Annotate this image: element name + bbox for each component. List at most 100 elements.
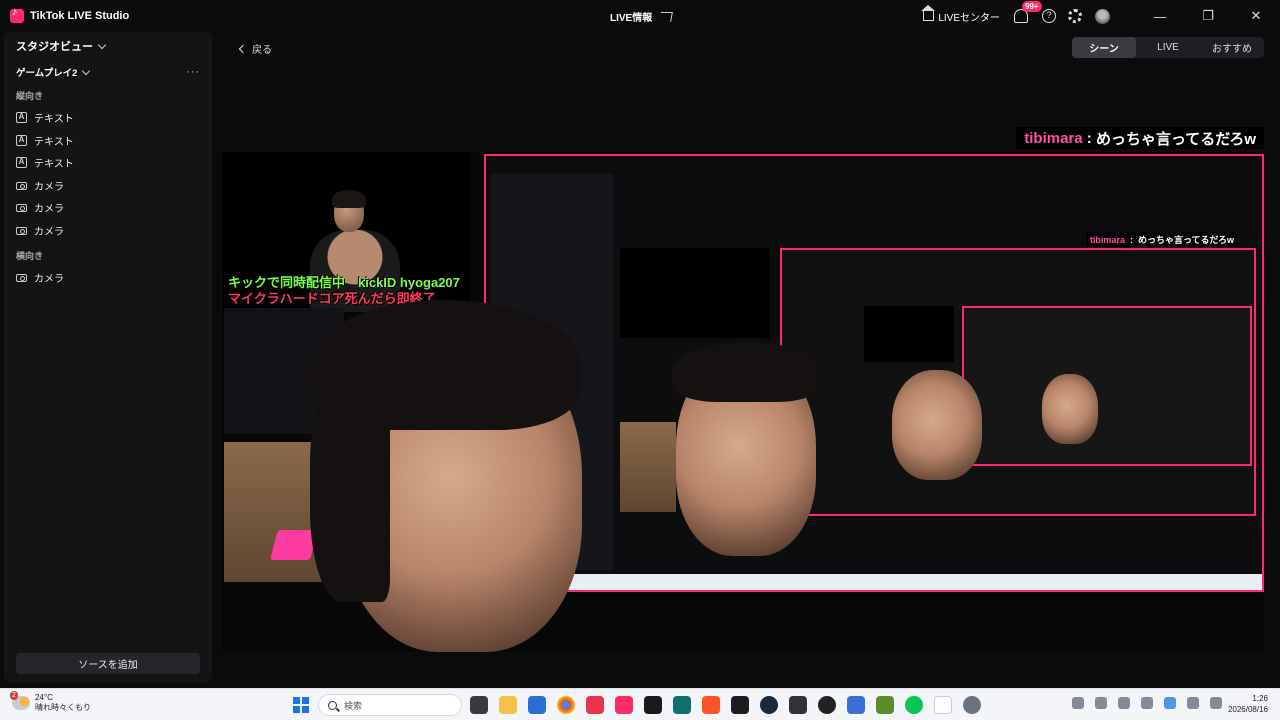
restore-button[interactable]: ❐ [1184,0,1232,32]
close-icon[interactable] [1141,697,1153,709]
microphone-icon[interactable] [1118,697,1130,709]
live-center-button[interactable]: LIVEセンター [921,5,1000,24]
weather-condition: 晴れ時々くもり [35,703,91,712]
chevron-down-icon [82,66,91,75]
clock-time: 1:26 [1252,694,1268,703]
source-label: テキスト [34,159,74,170]
app-icon[interactable] [789,696,807,714]
portrait-section-label: 縦向き [16,91,44,101]
search-icon [328,700,337,710]
source-item-text[interactable]: A テキスト [16,110,74,125]
settings-gear-icon[interactable] [1068,9,1082,23]
taskbar-clock[interactable]: 1:26 2026/08/16 [1228,693,1268,715]
share-icon [659,11,674,22]
help-icon[interactable]: ? [1042,9,1056,23]
chrome-icon[interactable] [557,696,575,714]
scene-preview-canvas[interactable]: キックで同時配信中 kickID hyoga207 マイクラハードコア死んだら即… [222,152,1264,652]
nested-face-image [892,370,982,480]
nested-comment-text: めっちゃ言ってるだろw [1137,235,1234,245]
app-icon[interactable] [586,696,604,714]
close-button[interactable]: ✕ [1232,0,1280,32]
app-icon[interactable] [731,696,749,714]
file-explorer-icon[interactable] [499,696,517,714]
app-icon[interactable] [528,696,546,714]
weather-badge: 2 [10,691,18,700]
title-bar: TikTok LIVE Studio LIVE情報 LIVEセンター 99+ ?… [0,0,1280,32]
onedrive-icon[interactable] [1164,697,1176,709]
minecraft-icon[interactable] [876,696,894,714]
windows-start-icon[interactable] [293,697,309,713]
comment-user: tibimara [1024,129,1083,147]
source-item-camera[interactable]: カメラ [16,223,64,238]
notification-bell-icon[interactable]: 99+ [1014,1,1042,23]
nested-camera [620,248,770,338]
search-placeholder: 検索 [344,700,363,711]
tab-live[interactable]: LIVE [1136,37,1200,58]
text-icon: A [16,112,27,123]
task-view-icon[interactable] [470,696,488,714]
app-icon[interactable] [673,696,691,714]
weather-temperature: 24°C [35,693,53,702]
nested-titlebar [486,156,1262,170]
steam-icon[interactable] [760,696,778,714]
studio-view-dropdown[interactable]: スタジオビュー [16,38,107,54]
minimize-button[interactable]: — [1136,0,1184,32]
nested-taskbar [486,574,1262,590]
tiktok-icon[interactable] [615,696,633,714]
back-button[interactable]: 戻る [238,41,272,56]
landscape-section-label: 横向き [16,251,44,261]
source-item-camera[interactable]: カメラ [16,200,64,215]
avatar[interactable] [1095,8,1110,24]
app-title: TikTok LIVE Studio [30,10,130,22]
nested-face-image [1042,374,1098,444]
app-icon[interactable] [934,696,952,714]
live-info-button[interactable]: LIVE情報 [610,9,674,24]
comment-overlay: tibimara : めっちゃ言ってるだろw [1016,127,1264,149]
source-item-camera[interactable]: カメラ [16,178,64,193]
source-label: テキスト [34,114,74,125]
speaker-icon[interactable] [1210,697,1222,709]
camera-icon [16,181,27,190]
nested-camera-2 [864,306,954,362]
weather-partly-cloudy-icon: 2 [10,691,30,710]
add-source-button[interactable]: ソースを追加 [16,653,200,674]
cloud-icon[interactable] [1095,697,1107,709]
camera-icon [16,273,27,282]
source-label: テキスト [34,137,74,148]
comment-text: めっちゃ言ってるだろw [1095,130,1256,148]
obs-icon[interactable] [818,696,836,714]
app-icon[interactable] [644,696,662,714]
source-item-text[interactable]: A テキスト [16,155,74,170]
source-label: カメラ [34,227,64,238]
brave-icon[interactable] [702,696,720,714]
home-icon [921,5,936,21]
nested-comment-separator: : [1127,235,1136,245]
nested-screen-frame [780,248,1256,516]
windows-taskbar: 2 24°C 晴れ時々くもり 検索 1:26 2026/08/16 [0,688,1280,720]
app-icon[interactable] [847,696,865,714]
source-label: カメラ [34,204,64,215]
clock-date: 2026/08/16 [1227,705,1268,714]
live-info-label: LIVE情報 [610,13,653,24]
chevron-down-icon [97,40,107,49]
studio-view-label: スタジオビュー [16,41,93,53]
nested-comment-user: tibimara [1089,235,1125,245]
tab-scene[interactable]: シーン [1072,37,1136,58]
nested-screen-frame-2 [962,306,1252,466]
back-label: 戻る [252,45,272,56]
source-item-text[interactable]: A テキスト [16,133,74,148]
line-icon[interactable] [905,696,923,714]
tab-recommended[interactable]: おすすめ [1200,37,1264,58]
source-item-camera[interactable]: カメラ [16,270,64,285]
camera-icon [16,226,27,235]
view-tabs: シーン LIVE おすすめ [1072,37,1264,58]
chevron-up-icon[interactable] [1072,697,1084,709]
more-options-icon[interactable]: ··· [186,66,200,78]
taskbar-search-input[interactable]: 検索 [318,694,462,716]
scene-dropdown[interactable]: ゲームプレイ2 [16,65,91,79]
weather-widget[interactable]: 2 24°C 晴れ時々くもり [10,691,91,713]
camera-icon [16,203,27,212]
screen-capture-source[interactable]: tibimara : めっちゃ言ってるだろw [484,154,1264,592]
settings-icon[interactable] [963,696,981,714]
wifi-icon[interactable] [1187,697,1199,709]
